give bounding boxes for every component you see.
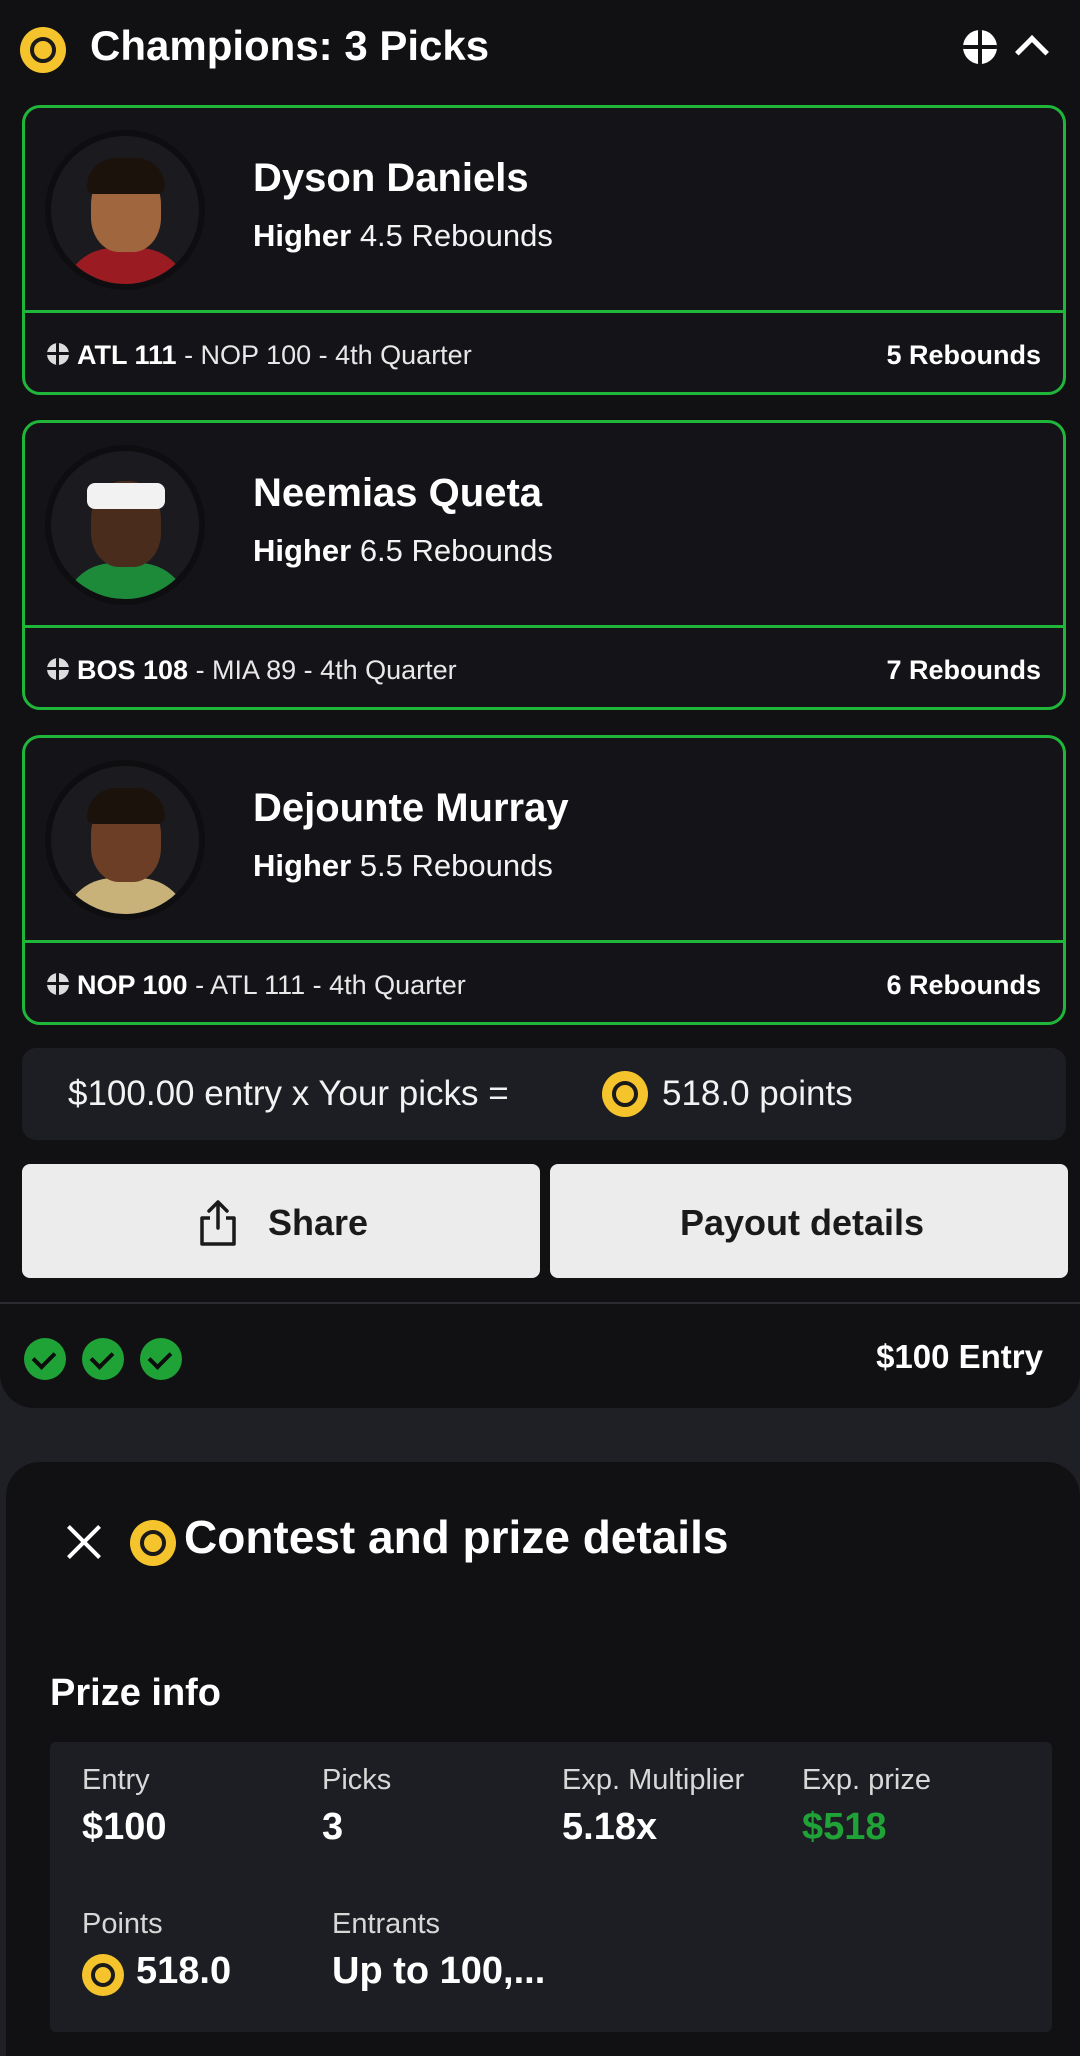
share-button[interactable]: Share bbox=[22, 1164, 540, 1278]
close-icon[interactable] bbox=[62, 1520, 106, 1564]
prize-value: $518 bbox=[802, 1806, 887, 1848]
pick-line: Higher 4.5 Rebounds bbox=[253, 218, 553, 254]
game-status-row: BOS 108 - MIA 89 - 4th Quarter 7 Rebound… bbox=[25, 628, 1063, 707]
basketball-icon bbox=[47, 973, 69, 995]
pick-direction: Higher bbox=[253, 218, 352, 253]
prize-info-panel: Entry $100 Picks 3 Exp. Multiplier 5.18x… bbox=[50, 1742, 1052, 2032]
contest-details-sheet: Contest and prize details Prize info Ent… bbox=[6, 1462, 1080, 2056]
pick-stat: 5.5 Rebounds bbox=[359, 848, 553, 883]
entry-value: $100 bbox=[82, 1806, 167, 1848]
game-score: NOP 100 - ATL 111 - 4th Quarter bbox=[77, 970, 466, 1000]
prize-info-heading: Prize info bbox=[50, 1672, 222, 1714]
basketball-icon bbox=[47, 343, 69, 365]
prize-label: Exp. prize bbox=[802, 1764, 931, 1796]
pick-player-section: Dejounte Murray Higher 5.5 Rebounds bbox=[25, 738, 1063, 940]
share-button-label: Share bbox=[268, 1202, 369, 1243]
pick-line: Higher 5.5 Rebounds bbox=[253, 848, 553, 884]
pick-result: 7 Rebounds bbox=[886, 655, 1041, 685]
pick-direction: Higher bbox=[253, 848, 352, 883]
check-circle-icon bbox=[82, 1338, 124, 1380]
check-circle-icon bbox=[24, 1338, 66, 1380]
picks-label: Picks bbox=[322, 1764, 392, 1796]
entry-label: Entry bbox=[82, 1764, 150, 1796]
team-color-stripe bbox=[22, 105, 388, 106]
points-label: Points bbox=[82, 1908, 163, 1940]
lineup-header[interactable]: Champions: 3 Picks bbox=[0, 0, 1080, 100]
picks-value: 3 bbox=[322, 1806, 344, 1848]
pick-result: 5 Rebounds bbox=[886, 340, 1041, 370]
game-status-row: NOP 100 - ATL 111 - 4th Quarter 6 Reboun… bbox=[25, 943, 1063, 1022]
pick-direction: Higher bbox=[253, 533, 352, 568]
medal-icon bbox=[130, 1520, 176, 1566]
points-value: 518.0 bbox=[136, 1950, 232, 1992]
player-name: Neemias Queta bbox=[253, 471, 543, 515]
pick-line: Higher 6.5 Rebounds bbox=[253, 533, 553, 569]
entry-points: 518.0 points bbox=[662, 1074, 853, 1113]
lineup-card: Champions: 3 Picks Dyson Daniels Higher … bbox=[0, 0, 1080, 1408]
player-headshot bbox=[45, 445, 205, 605]
team-color-stripe bbox=[22, 420, 388, 421]
lineup-title: Champions: 3 Picks bbox=[90, 22, 490, 69]
multiplier-value: 5.18x bbox=[562, 1806, 658, 1848]
basketball-icon bbox=[963, 30, 997, 64]
pick-stat: 4.5 Rebounds bbox=[359, 218, 553, 253]
entrants-label: Entrants bbox=[332, 1908, 440, 1940]
medal-icon bbox=[20, 27, 66, 73]
pick-card[interactable]: Neemias Queta Higher 6.5 Rebounds BOS 10… bbox=[22, 420, 1066, 710]
sheet-title: Contest and prize details bbox=[184, 1511, 729, 1563]
pick-card[interactable]: Dyson Daniels Higher 4.5 Rebounds ATL 11… bbox=[22, 105, 1066, 395]
share-icon bbox=[200, 1200, 236, 1246]
basketball-icon bbox=[47, 658, 69, 680]
medal-icon bbox=[602, 1071, 648, 1117]
entry-summary: $100.00 entry x Your picks = 518.0 point… bbox=[22, 1048, 1066, 1140]
multiplier-label: Exp. Multiplier bbox=[562, 1764, 745, 1796]
pick-player-section: Dyson Daniels Higher 4.5 Rebounds bbox=[25, 108, 1063, 310]
player-headshot bbox=[45, 130, 205, 290]
pick-stat: 6.5 Rebounds bbox=[359, 533, 553, 568]
player-name: Dyson Daniels bbox=[253, 156, 529, 200]
pick-card[interactable]: Dejounte Murray Higher 5.5 Rebounds NOP … bbox=[22, 735, 1066, 1025]
player-name: Dejounte Murray bbox=[253, 786, 569, 830]
entry-amount: $100 Entry bbox=[876, 1338, 1043, 1375]
chevron-up-icon[interactable] bbox=[1015, 35, 1049, 69]
game-score: BOS 108 - MIA 89 - 4th Quarter bbox=[77, 655, 457, 685]
game-score: ATL 111 - NOP 100 - 4th Quarter bbox=[77, 340, 472, 370]
payout-details-button[interactable]: Payout details bbox=[550, 1164, 1068, 1278]
pick-result: 6 Rebounds bbox=[886, 970, 1041, 1000]
divider bbox=[0, 1302, 1080, 1304]
check-circle-icon bbox=[140, 1338, 182, 1380]
medal-icon bbox=[82, 1954, 124, 1996]
team-color-stripe bbox=[22, 735, 388, 736]
player-headshot bbox=[45, 760, 205, 920]
pick-player-section: Neemias Queta Higher 6.5 Rebounds bbox=[25, 423, 1063, 625]
entrants-value: Up to 100,... bbox=[332, 1950, 546, 1992]
game-status-row: ATL 111 - NOP 100 - 4th Quarter 5 Reboun… bbox=[25, 313, 1063, 392]
payout-button-label: Payout details bbox=[680, 1202, 925, 1243]
entry-formula: $100.00 entry x Your picks = bbox=[68, 1074, 509, 1113]
